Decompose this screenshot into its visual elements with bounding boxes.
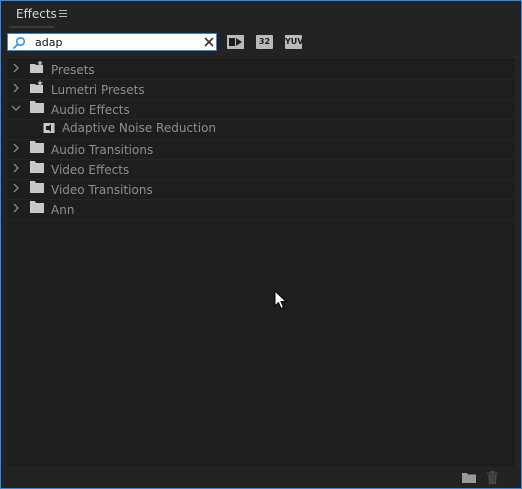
tree-item-adaptive-noise-reduction[interactable]: Adaptive Noise Reduction bbox=[7, 120, 515, 140]
panel-tab-effects[interactable]: Effects bbox=[16, 7, 57, 21]
panel-header: Effects bbox=[1, 1, 521, 29]
32-bit-filter-button[interactable]: 32 bbox=[256, 35, 273, 49]
chevron-right-icon[interactable] bbox=[11, 143, 21, 153]
tree-item-label: Audio Transitions bbox=[51, 143, 154, 157]
tree-item-presets[interactable]: Presets bbox=[7, 60, 515, 80]
mouse-cursor-icon bbox=[274, 290, 288, 310]
preset-folder-icon bbox=[30, 80, 43, 93]
chevron-right-icon[interactable] bbox=[11, 63, 21, 73]
clear-search-icon[interactable] bbox=[203, 36, 215, 48]
folder-icon bbox=[30, 161, 44, 173]
tree-item-ann[interactable]: Ann bbox=[7, 200, 515, 220]
accelerated-effects-filter-button[interactable] bbox=[227, 35, 244, 49]
tree-item-video-transitions[interactable]: Video Transitions bbox=[7, 180, 515, 200]
effects-panel: Effects 32 YUV bbox=[0, 0, 522, 489]
folder-icon bbox=[30, 181, 44, 193]
new-bin-icon[interactable] bbox=[462, 472, 476, 483]
trash-icon bbox=[487, 471, 498, 484]
folder-icon bbox=[30, 201, 44, 213]
search-input[interactable] bbox=[35, 35, 199, 49]
tree-item-label: Lumetri Presets bbox=[51, 83, 145, 97]
tree-item-label: Video Transitions bbox=[51, 183, 153, 197]
chevron-right-icon[interactable] bbox=[11, 183, 21, 193]
tree-item-lumetri-presets[interactable]: Lumetri Presets bbox=[7, 80, 515, 100]
search-field[interactable] bbox=[7, 33, 217, 51]
chevron-right-icon[interactable] bbox=[11, 83, 21, 93]
tab-underline bbox=[9, 26, 54, 28]
panel-footer bbox=[1, 467, 521, 488]
preset-folder-icon bbox=[30, 60, 43, 73]
folder-icon bbox=[30, 141, 44, 153]
tree-item-label: Audio Effects bbox=[51, 103, 130, 117]
accelerated-effects-icon bbox=[227, 35, 244, 49]
tree-item-label: Presets bbox=[51, 63, 95, 77]
tree-item-video-effects[interactable]: Video Effects bbox=[7, 160, 515, 180]
yuv-filter-button[interactable]: YUV bbox=[285, 35, 303, 49]
tree-item-label: Adaptive Noise Reduction bbox=[62, 121, 217, 135]
audio-effect-icon bbox=[43, 123, 55, 133]
chevron-down-icon[interactable] bbox=[11, 103, 21, 113]
tree-item-label: Ann bbox=[51, 203, 75, 217]
chevron-right-icon[interactable] bbox=[11, 163, 21, 173]
tree-item-audio-transitions[interactable]: Audio Transitions bbox=[7, 140, 515, 160]
effects-tree: Presets Lumetri Presets Audio Effects Ad… bbox=[7, 59, 515, 468]
tree-item-audio-effects[interactable]: Audio Effects bbox=[7, 100, 515, 120]
chevron-right-icon[interactable] bbox=[11, 203, 21, 213]
tree-item-label: Video Effects bbox=[51, 163, 130, 177]
panel-menu-icon[interactable] bbox=[59, 10, 67, 19]
folder-icon bbox=[30, 101, 44, 113]
search-icon bbox=[12, 36, 26, 50]
